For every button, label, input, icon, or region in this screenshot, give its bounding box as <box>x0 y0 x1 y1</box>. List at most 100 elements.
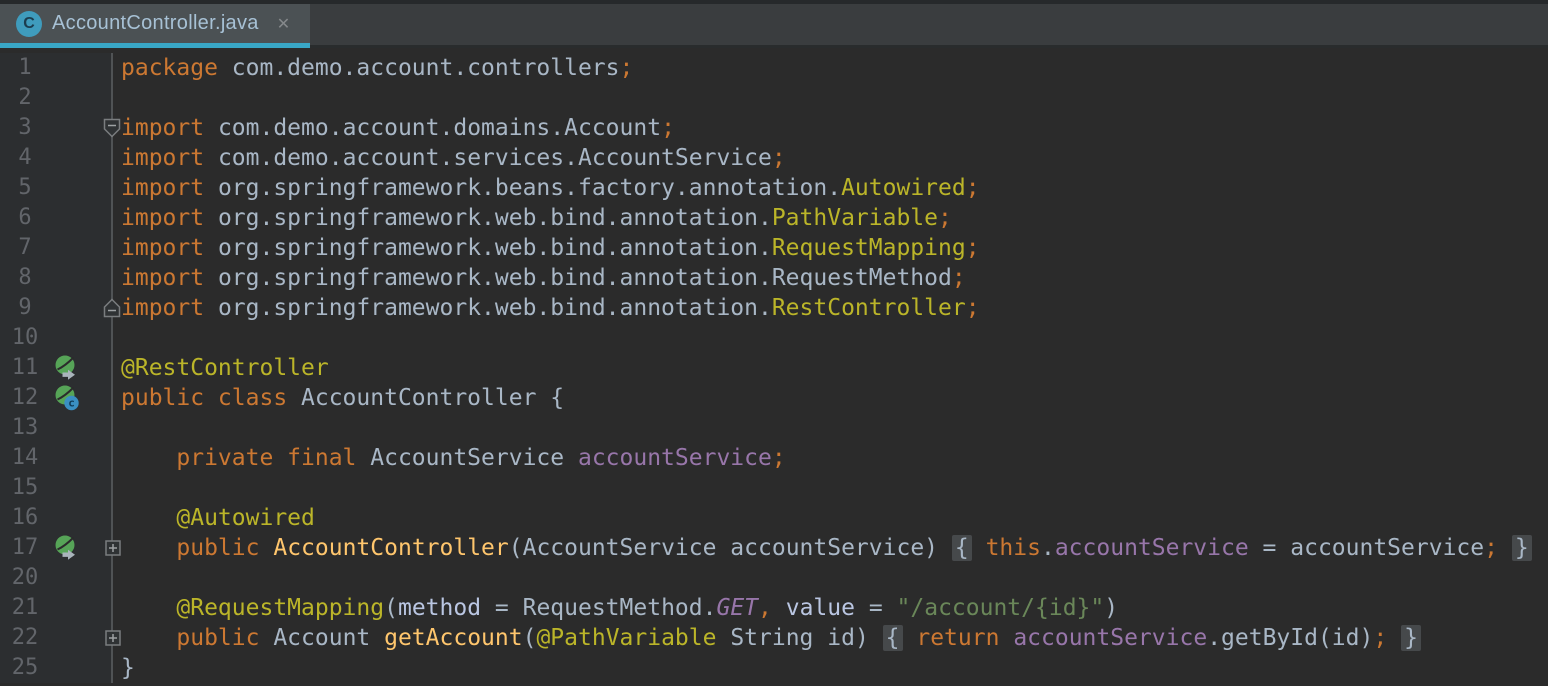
spring-class-icon[interactable]: c <box>55 385 79 412</box>
code-line: 1package com.demo.account.controllers; <box>0 53 1548 83</box>
code-text[interactable]: import com.demo.account.services.Account… <box>113 143 1548 173</box>
token-text: . <box>1041 535 1055 561</box>
token-keyword: import <box>121 175 204 201</box>
token-keyword: this <box>986 535 1041 561</box>
tab-close-icon[interactable]: ✕ <box>277 13 290 34</box>
code-text[interactable]: @RequestMapping(method = RequestMethod.G… <box>113 593 1548 623</box>
token-text <box>999 625 1013 651</box>
gutter-cell: 13 <box>0 413 113 443</box>
token-text: com.demo.account.domains.Account <box>204 115 661 141</box>
code-text[interactable]: import org.springframework.beans.factory… <box>113 173 1548 203</box>
code-text[interactable] <box>113 473 1548 503</box>
fold-expand-icon[interactable] <box>105 540 121 560</box>
tab-title: AccountController.java <box>52 12 259 35</box>
line-number: 17 <box>0 533 50 563</box>
code-text[interactable]: public class AccountController { <box>113 383 1548 413</box>
line-number: 5 <box>0 173 50 203</box>
editor-tab-accountcontroller[interactable]: C AccountController.java ✕ <box>0 4 310 48</box>
gutter-cell: 15 <box>0 473 113 503</box>
token-keyword: import <box>121 115 204 141</box>
code-text[interactable]: private final AccountService accountServ… <box>113 443 1548 473</box>
line-number: 11 <box>0 353 50 383</box>
token-text: AccountService <box>356 445 578 471</box>
code-editor[interactable]: 1package com.demo.account.controllers;23… <box>0 48 1548 686</box>
line-number: 8 <box>0 263 50 293</box>
code-text[interactable]: import org.springframework.web.bind.anno… <box>113 233 1548 263</box>
line-number: 21 <box>0 593 50 623</box>
gutter-cell: 16 <box>0 503 113 533</box>
code-line: 5 import org.springframework.beans.factor… <box>0 173 1548 203</box>
token-string: "/account/{id}" <box>897 595 1105 621</box>
code-line: 15 <box>0 473 1548 503</box>
gutter-cell: 4 <box>0 143 113 173</box>
gutter-cell: 12 c <box>0 383 113 413</box>
token-keyword: return <box>916 625 999 651</box>
spring-bean-icon[interactable] <box>55 535 79 562</box>
line-number: 6 <box>0 203 50 233</box>
code-line: 10 <box>0 323 1548 353</box>
fold-collapse-icon[interactable] <box>103 118 121 142</box>
code-line: 13 <box>0 413 1548 443</box>
code-text[interactable]: import com.demo.account.domains.Account; <box>113 113 1548 143</box>
code-text[interactable] <box>113 323 1548 353</box>
code-text[interactable]: @Autowired <box>113 503 1548 533</box>
token-keyword: ; <box>620 55 634 81</box>
code-text[interactable] <box>113 563 1548 593</box>
token-annotation: @RestController <box>121 355 329 381</box>
token-attr: method <box>398 595 481 621</box>
gutter-cell: 1 <box>0 53 113 83</box>
token-keyword: ; <box>952 265 966 291</box>
code-text[interactable]: public Account getAccount(@PathVariable … <box>113 623 1548 653</box>
gutter-cell: 11 <box>0 353 113 383</box>
token-annotation: @RequestMapping <box>176 595 384 621</box>
token-text <box>259 535 273 561</box>
line-number: 20 <box>0 563 50 593</box>
line-number: 16 <box>0 503 50 533</box>
token-field: accountService <box>578 445 772 471</box>
token-text: } <box>121 655 135 681</box>
token-text: = accountService <box>1249 535 1484 561</box>
code-text[interactable]: import org.springframework.web.bind.anno… <box>113 293 1548 323</box>
gutter-cell: 7 <box>0 233 113 263</box>
fold-expand-icon[interactable] <box>105 630 121 650</box>
line-number: 25 <box>0 653 50 683</box>
token-keyword: ; <box>966 235 980 261</box>
code-line: 8 import org.springframework.web.bind.ann… <box>0 263 1548 293</box>
token-text: com.demo.account.controllers <box>218 55 620 81</box>
code-line: 17 public AccountController(AccountServi… <box>0 533 1548 563</box>
code-text[interactable]: package com.demo.account.controllers; <box>113 53 1548 83</box>
svg-text:c: c <box>68 397 75 410</box>
token-keyword: ; <box>966 175 980 201</box>
token-text: org.springframework.beans.factory.annota… <box>204 175 841 201</box>
token-keyword: import <box>121 235 204 261</box>
token-field: accountService <box>1013 625 1207 651</box>
token-foldbrace: { <box>952 535 972 561</box>
code-text[interactable]: import org.springframework.web.bind.anno… <box>113 263 1548 293</box>
token-text <box>972 535 986 561</box>
spring-bean-icon[interactable] <box>55 355 79 382</box>
code-line: 22 public Account getAccount(@PathVariab… <box>0 623 1548 653</box>
code-text[interactable]: import org.springframework.web.bind.anno… <box>113 203 1548 233</box>
token-text: ) <box>1104 595 1118 621</box>
gutter-cell: 25 <box>0 653 113 683</box>
token-keyword: import <box>121 205 204 231</box>
gutter-cell: 20 <box>0 563 113 593</box>
tab-bar: C AccountController.java ✕ <box>0 0 1548 48</box>
token-text: = <box>855 595 897 621</box>
token-text: org.springframework.web.bind.annotation.… <box>204 265 952 291</box>
code-line: 25} <box>0 653 1548 683</box>
gutter-cell: 5 <box>0 173 113 203</box>
code-text[interactable] <box>113 413 1548 443</box>
token-keyword: import <box>121 145 204 171</box>
token-text: Account <box>259 625 384 651</box>
token-annotation: @PathVariable <box>536 625 716 651</box>
code-text[interactable]: } <box>113 653 1548 683</box>
token-text: ( <box>384 595 398 621</box>
fold-collapse-icon[interactable] <box>103 298 121 322</box>
token-text: ( <box>523 625 537 651</box>
code-text[interactable] <box>113 83 1548 113</box>
token-method: getAccount <box>384 625 522 651</box>
token-text: org.springframework.web.bind.annotation. <box>204 235 772 261</box>
code-text[interactable]: @RestController <box>113 353 1548 383</box>
code-text[interactable]: public AccountController(AccountService … <box>113 533 1548 563</box>
